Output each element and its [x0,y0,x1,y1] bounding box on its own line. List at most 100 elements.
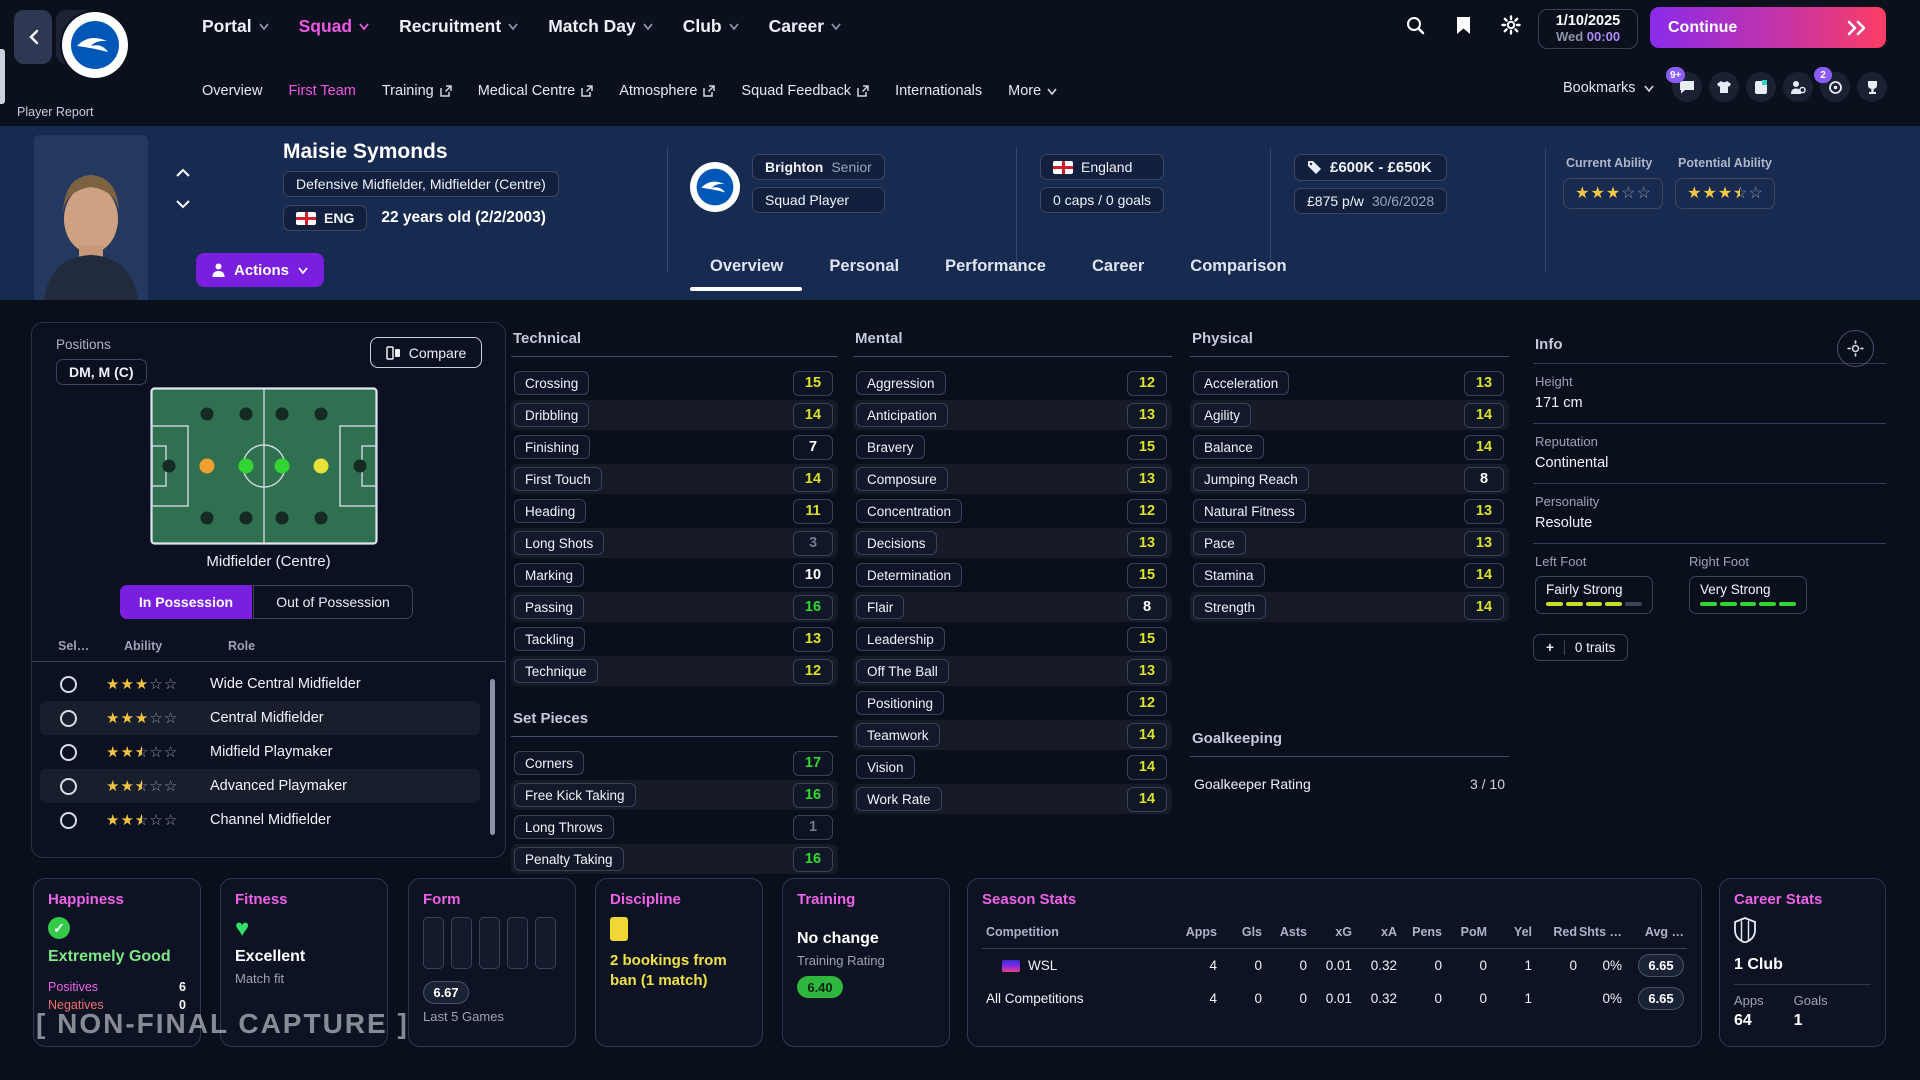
attribute-row[interactable]: Vision 14 [853,752,1172,782]
form-card[interactable]: Form 6.67 Last 5 Games [408,878,576,1047]
continue-button[interactable]: Continue [1650,7,1886,48]
attribute-row[interactable]: Concentration 12 [853,496,1172,526]
attribute-row[interactable]: Free Kick Taking 16 [511,780,838,810]
attribute-row[interactable]: Crossing 15 [511,368,838,398]
attribute-row[interactable]: Long Throws 1 [511,812,838,842]
training-card[interactable]: Training No change Training Rating 6.40 [782,878,950,1047]
inbox-button[interactable]: 9+ [1672,72,1702,102]
role-radio[interactable] [60,812,77,829]
attribute-row[interactable]: Composure 13 [853,464,1172,494]
attribute-row[interactable]: Positioning 12 [853,688,1172,718]
news-button[interactable]: 2 [1820,72,1850,102]
edge-tab[interactable] [0,49,5,104]
tab[interactable]: Performance [945,257,1046,276]
career-stats-card[interactable]: Career Stats 1 Club Apps 64 Goals 1 [1719,878,1886,1047]
subnav-internationals[interactable]: Internationals [895,83,982,99]
attribute-row[interactable]: Tackling 13 [511,624,838,654]
stats-column-header[interactable]: Pens [1397,925,1442,939]
stats-column-header[interactable]: Competition [982,925,1172,939]
stats-column-header[interactable]: Apps [1172,925,1217,939]
season-stats-row-all[interactable]: All Competitions 4 0 0 0.01 0.32 0 0 1 0… [982,982,1687,1015]
player-position-badge[interactable]: Defensive Midfielder, Midfielder (Centre… [283,171,559,197]
role-row[interactable]: ★★★☆☆ Wide Central Midfielder [40,667,480,701]
attribute-row[interactable]: Agility 14 [1190,400,1509,430]
role-row[interactable]: ★★☆★☆☆ Channel Midfielder [40,803,480,837]
traits-button[interactable]: + 0 traits [1533,634,1628,661]
competitions-button[interactable] [1857,72,1887,102]
profile-card-button[interactable] [1746,72,1776,102]
attribute-row[interactable]: Long Shots 3 [511,528,838,558]
tab[interactable]: Career [1092,257,1144,276]
attribute-row[interactable]: Teamwork 14 [853,720,1172,750]
tab[interactable]: Overview [710,257,783,276]
club-logo[interactable] [62,12,128,78]
discipline-card[interactable]: Discipline 2 bookings from ban (1 match) [595,878,763,1047]
attribute-row[interactable]: First Touch 14 [511,464,838,494]
nav-match-day[interactable]: Match Day [548,16,653,37]
tab[interactable]: Personal [829,257,899,276]
subnav-atmosphere[interactable]: Atmosphere [619,83,715,99]
transfer-value-badge[interactable]: £600K - £650K [1294,154,1447,181]
role-radio[interactable] [60,676,77,693]
nav-recruitment[interactable]: Recruitment [399,16,518,37]
back-button[interactable] [14,10,52,64]
attribute-row[interactable]: Jumping Reach 8 [1190,464,1509,494]
stats-column-header[interactable]: xA [1352,925,1397,939]
panel-settings-button[interactable] [1837,330,1874,367]
col-role[interactable]: Role [228,639,255,653]
role-row[interactable]: ★★☆★☆☆ Midfield Playmaker [40,735,480,769]
nav-career[interactable]: Career [769,16,841,37]
squad-shirt-button[interactable] [1709,72,1739,102]
attribute-row[interactable]: Marking 10 [511,560,838,590]
stats-column-header[interactable]: Avg … [1622,925,1684,939]
happiness-card[interactable]: Happiness ✓ Extremely Good Positives 6 N… [33,878,201,1047]
stats-column-header[interactable]: PoM [1442,925,1487,939]
search-button[interactable] [1402,12,1428,38]
caps-badge[interactable]: 0 caps / 0 goals [1040,187,1164,213]
subnav-medical-centre[interactable]: Medical Centre [478,83,594,99]
attribute-row[interactable]: Leadership 15 [853,624,1172,654]
wage-badge[interactable]: £875 p/w30/6/2028 [1294,188,1447,214]
attribute-row[interactable]: Aggression 12 [853,368,1172,398]
attribute-row[interactable]: Flair 8 [853,592,1172,622]
attribute-row[interactable]: Acceleration 13 [1190,368,1509,398]
stats-column-header[interactable]: Red [1532,925,1577,939]
attribute-row[interactable]: Passing 16 [511,592,838,622]
club-badge[interactable]: BrightonSenior [752,154,885,180]
subnav-overview[interactable]: Overview [202,83,262,99]
attribute-row[interactable]: Stamina 14 [1190,560,1509,590]
nation-badge[interactable]: England [1040,154,1164,180]
season-stats-card[interactable]: Season Stats CompetitionAppsGlsAstsxGxAP… [967,878,1702,1047]
subnav-first-team[interactable]: First Team [288,83,355,99]
in-possession-toggle[interactable]: In Possession [120,585,252,619]
attribute-row[interactable]: Work Rate 14 [853,784,1172,814]
attribute-row[interactable]: Dribbling 14 [511,400,838,430]
attribute-row[interactable]: Heading 11 [511,496,838,526]
stats-column-header[interactable]: Gls [1217,925,1262,939]
stats-column-header[interactable]: Asts [1262,925,1307,939]
attribute-row[interactable]: Balance 14 [1190,432,1509,462]
role-radio[interactable] [60,778,77,795]
stats-column-header[interactable]: xG [1307,925,1352,939]
attribute-row[interactable]: Determination 15 [853,560,1172,590]
subnav-more[interactable]: More [1008,83,1057,99]
game-date[interactable]: 1/10/2025 Wed 00:00 [1538,9,1638,49]
settings-button[interactable] [1498,12,1524,38]
bookmark-button[interactable] [1450,12,1476,38]
role-radio[interactable] [60,744,77,761]
attribute-row[interactable]: Finishing 7 [511,432,838,462]
compare-button[interactable]: Compare [370,337,482,368]
attribute-row[interactable]: Pace 13 [1190,528,1509,558]
squad-status-badge[interactable]: Squad Player [752,187,885,213]
previous-player-button[interactable] [176,164,190,182]
subnav-squad-feedback[interactable]: Squad Feedback [741,83,869,99]
role-row[interactable]: ★★☆★☆☆ Advanced Playmaker [40,769,480,803]
role-list-scrollbar[interactable] [490,679,495,835]
attribute-row[interactable]: Natural Fitness 13 [1190,496,1509,526]
attribute-row[interactable]: Strength 14 [1190,592,1509,622]
tab[interactable]: Comparison [1190,257,1286,276]
role-row[interactable]: ★★★☆☆ Central Midfielder [40,701,480,735]
bookmarks-dropdown[interactable]: Bookmarks [1563,80,1654,96]
next-player-button[interactable] [176,196,190,214]
attribute-row[interactable]: Decisions 13 [853,528,1172,558]
